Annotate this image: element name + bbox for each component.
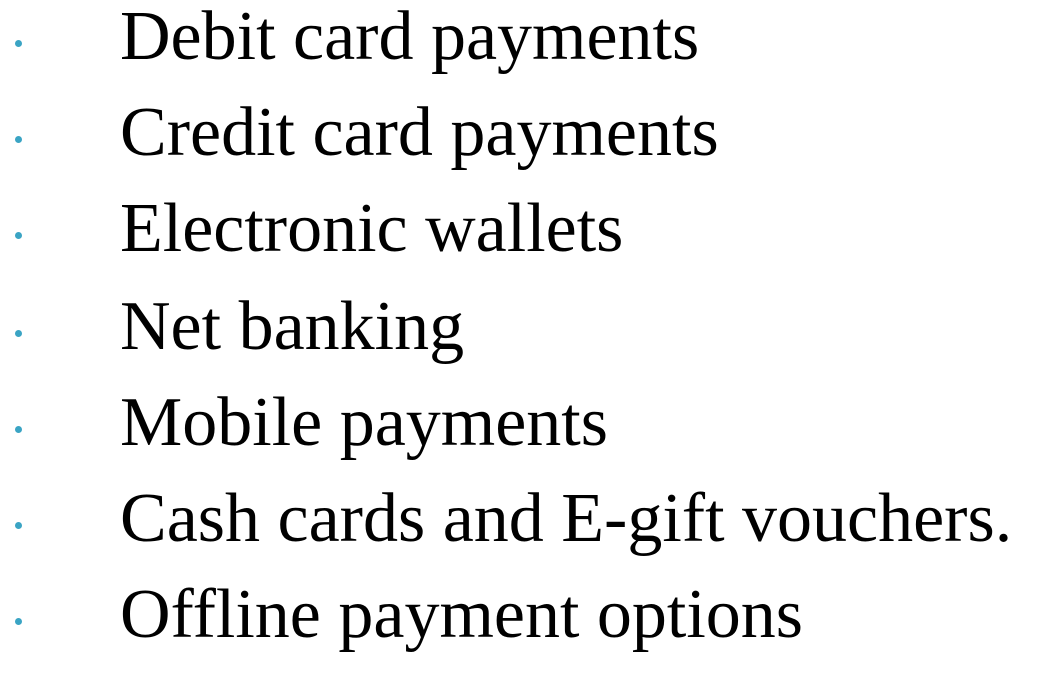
list-item-label: Mobile payments: [120, 384, 608, 461]
list-item-label: Debit card payments: [120, 0, 700, 75]
list-item-label: Credit card payments: [120, 94, 719, 171]
bullet-icon: [15, 426, 22, 433]
list-item: Net banking: [0, 292, 1041, 389]
list-item: Electronic wallets: [0, 194, 1041, 291]
list-item: Mobile payments: [0, 388, 1041, 485]
slide: Debit card payments Credit card payments…: [0, 0, 1041, 655]
list-item: Credit card payments: [0, 98, 1041, 195]
bullet-icon: [15, 330, 22, 337]
bullet-icon: [15, 522, 22, 529]
bullet-icon: [15, 618, 22, 625]
list-item: Cash cards and E-gift vouchers.: [0, 484, 1041, 581]
list-item: Debit card payments: [0, 2, 1041, 99]
list-item: Offline payment options: [0, 580, 1041, 677]
list-item-label: Electronic wallets: [120, 190, 624, 267]
list-item-label: Offline payment options: [120, 576, 804, 653]
bullet-icon: [15, 40, 22, 47]
list-item-label: Net banking: [120, 288, 465, 365]
bullet-icon: [15, 136, 22, 143]
bullet-icon: [15, 232, 22, 239]
list-item-label: Cash cards and E-gift vouchers.: [120, 480, 1013, 557]
